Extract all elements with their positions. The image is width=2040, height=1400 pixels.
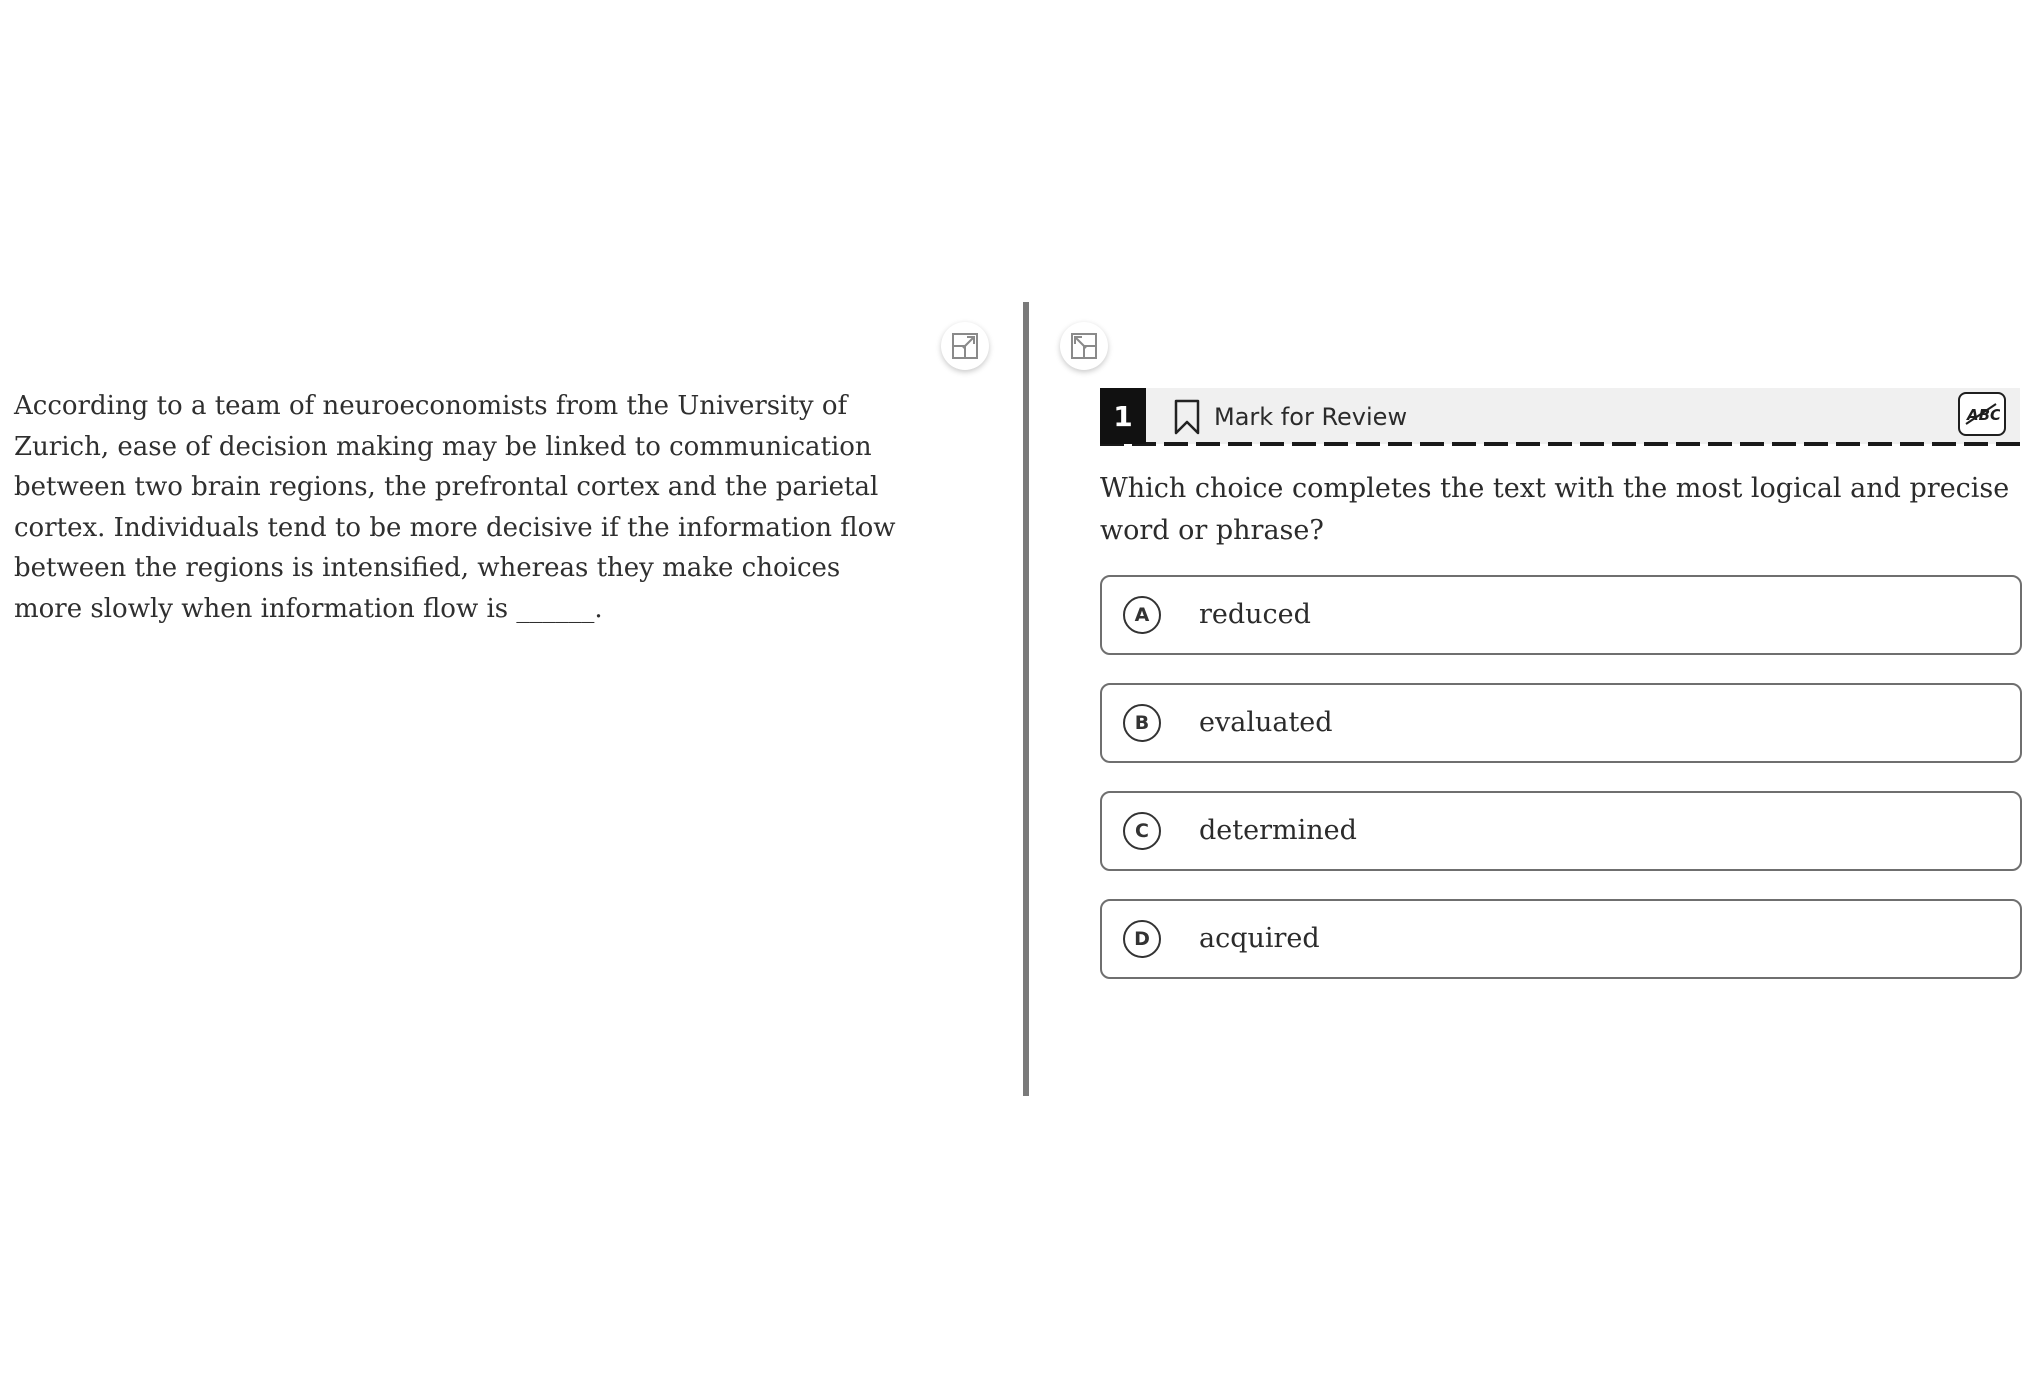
answer-eliminator-button[interactable]: ABC [1958,392,2006,436]
choice-text: evaluated [1199,707,1333,738]
mark-for-review-button[interactable]: Mark for Review [1172,396,1407,438]
choice-letter: D [1123,920,1161,958]
choice-b[interactable]: B evaluated [1100,683,2022,763]
abc-strikethrough-icon: ABC [1965,403,2000,425]
mark-for-review-label: Mark for Review [1214,403,1408,431]
choice-a[interactable]: A reduced [1100,575,2022,655]
bookmark-icon [1174,399,1200,435]
question-prompt: Which choice completes the text with the… [1100,473,2010,546]
choice-text: acquired [1199,923,1320,954]
header-dashed-rule [1100,442,2020,446]
choice-text: determined [1199,815,1357,846]
choice-c[interactable]: C determined [1100,791,2022,871]
collapse-icon [1071,333,1097,359]
expand-passage-button[interactable] [941,322,989,370]
choice-d[interactable]: D acquired [1100,899,2022,979]
passage-text: According to a team of neuroeconomists f… [14,391,896,624]
expand-question-button[interactable] [1060,322,1108,370]
expand-icon [952,333,978,359]
choice-text: reduced [1199,599,1311,630]
panel-divider[interactable] [1023,302,1029,1096]
choice-letter: B [1123,704,1161,742]
question-number: 1 [1100,388,1146,444]
choice-letter: C [1123,812,1161,850]
choice-letter: A [1123,596,1161,634]
